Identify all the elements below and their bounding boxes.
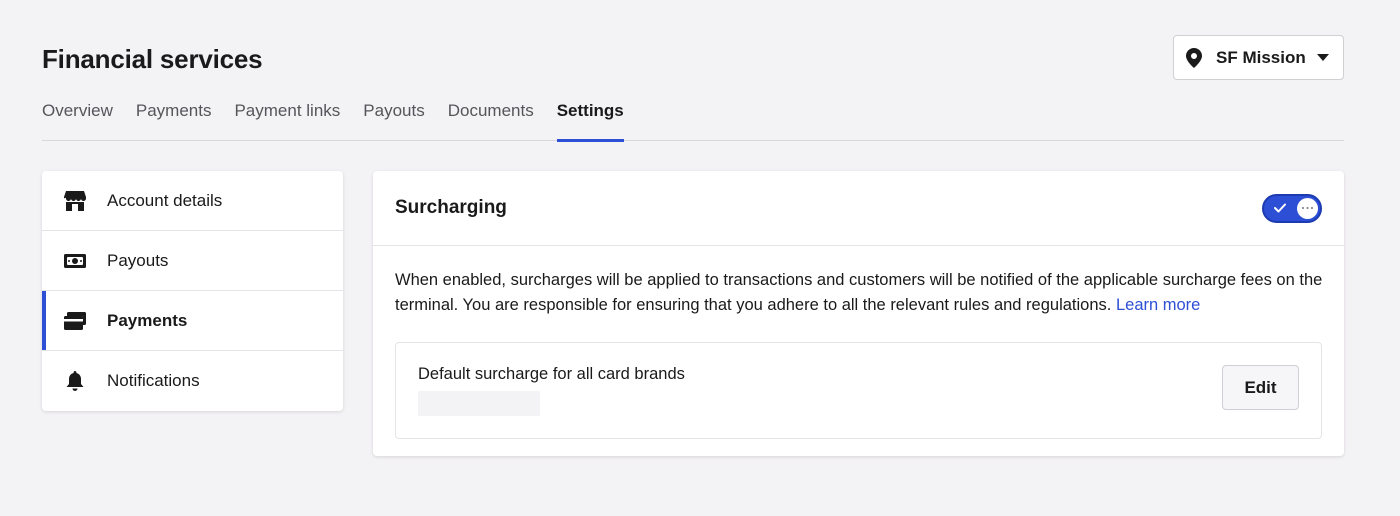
default-surcharge-label: Default surcharge for all card brands bbox=[418, 365, 685, 383]
sidebar-item-label: Notifications bbox=[107, 371, 200, 390]
edit-button[interactable]: Edit bbox=[1222, 365, 1299, 410]
tab-documents[interactable]: Documents bbox=[448, 100, 534, 141]
sidebar-item-payments[interactable]: Payments bbox=[42, 291, 343, 351]
sidebar-item-label: Payments bbox=[107, 310, 188, 330]
bell-icon bbox=[66, 371, 84, 391]
tab-bar: Overview Payments Payment links Payouts … bbox=[42, 100, 1344, 142]
location-selector[interactable]: SF Mission bbox=[1173, 35, 1344, 80]
learn-more-link[interactable]: Learn more bbox=[1116, 296, 1200, 314]
location-label: SF Mission bbox=[1216, 47, 1306, 67]
sidebar-item-notifications[interactable]: Notifications bbox=[42, 351, 343, 411]
tab-payouts[interactable]: Payouts bbox=[363, 100, 424, 141]
storefront-icon bbox=[64, 190, 86, 211]
page-title: Financial services bbox=[42, 44, 263, 74]
tab-payment-links[interactable]: Payment links bbox=[234, 100, 340, 141]
settings-sidebar: Account details Payouts Payments Notific… bbox=[42, 171, 343, 411]
tab-payments[interactable]: Payments bbox=[136, 100, 212, 141]
chevron-down-icon bbox=[1317, 53, 1329, 61]
toggle-knob bbox=[1297, 197, 1318, 219]
surcharging-header: Surcharging bbox=[373, 171, 1344, 246]
sidebar-item-label: Account details bbox=[107, 190, 223, 210]
tab-overview[interactable]: Overview bbox=[42, 100, 113, 141]
cash-icon bbox=[64, 253, 86, 268]
surcharging-toggle[interactable] bbox=[1262, 193, 1322, 223]
map-pin-icon bbox=[1186, 47, 1202, 68]
financial-services-page: Financial services SF Mission Overview P… bbox=[0, 0, 1400, 516]
surcharging-description: When enabled, surcharges will be applied… bbox=[395, 268, 1325, 318]
tab-settings[interactable]: Settings bbox=[556, 100, 624, 142]
check-icon bbox=[1274, 203, 1286, 212]
surcharging-body: When enabled, surcharges will be applied… bbox=[373, 246, 1344, 439]
card-icon bbox=[64, 311, 86, 330]
sidebar-item-label: Payouts bbox=[107, 250, 169, 270]
more-dots-icon bbox=[1301, 206, 1314, 210]
default-surcharge-box: Default surcharge for all card brands Ed… bbox=[395, 342, 1322, 439]
sidebar-item-payouts[interactable]: Payouts bbox=[42, 231, 343, 291]
sidebar-item-account-details[interactable]: Account details bbox=[42, 171, 343, 231]
surcharging-card: Surcharging When enabled, surcharges wil… bbox=[373, 171, 1344, 456]
surcharging-title: Surcharging bbox=[395, 197, 507, 218]
surcharge-value-placeholder bbox=[418, 391, 540, 416]
